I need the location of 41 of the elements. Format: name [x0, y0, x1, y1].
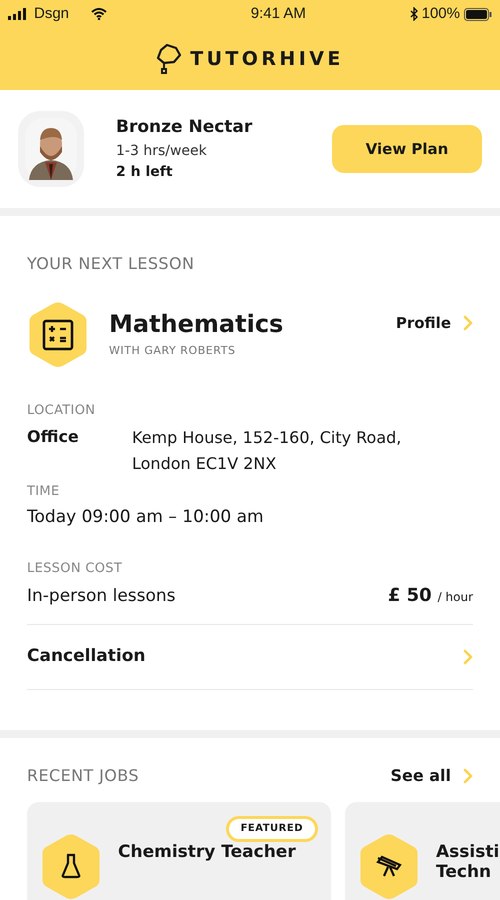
hours-left: 2 h left: [116, 162, 174, 182]
cost-type: In-person lessons: [27, 585, 176, 608]
battery-percent: 100%: [422, 4, 460, 24]
carrier-name: Dsgn: [34, 4, 70, 24]
flask-icon: [60, 853, 82, 880]
lesson-time: Today 09:00 am – 10:00 am: [27, 506, 265, 530]
location-type: Office: [27, 426, 80, 448]
battery-icon: [464, 8, 492, 20]
job-card[interactable]: FEATURED Chemistry Teacher: [27, 802, 331, 900]
price-amount: £ 50: [388, 584, 432, 608]
chevron-right-icon: [463, 315, 473, 332]
see-all-link[interactable]: See all: [390, 764, 473, 788]
wifi-icon: [91, 8, 108, 20]
job-title: Assisti: [436, 842, 500, 862]
tutor-name: WITH GARY ROBERTS: [109, 343, 237, 360]
chevron-right-icon: [463, 648, 473, 665]
subject-title: Mathematics: [109, 309, 284, 340]
telescope-icon: [375, 854, 403, 878]
section-heading: YOUR NEXT LESSON: [27, 253, 196, 275]
field-label: LOCATION: [27, 402, 96, 420]
job-title: Chemistry Teacher: [118, 842, 296, 862]
profile-link[interactable]: Profile: [396, 312, 473, 334]
address-text: Kemp House, 152-160, City Road, London EC1V 2NX: [132, 426, 402, 476]
featured-tag: FEATURED: [226, 816, 318, 842]
logo-icon: [156, 43, 182, 75]
field-label: LESSON COST: [27, 560, 124, 578]
job-title: Techn: [436, 862, 492, 882]
view-plan-button[interactable]: View Plan: [332, 125, 482, 173]
calculator-icon: [42, 318, 74, 351]
price-unit: / hour: [438, 589, 473, 606]
field-label: TIME: [27, 482, 61, 501]
bluetooth-icon: [410, 7, 418, 21]
section-heading: RECENT JOBS: [27, 764, 139, 787]
job-card[interactable]: Assisti Techn: [345, 802, 500, 900]
plan-hours: 1-3 hrs/week: [116, 142, 208, 161]
chevron-right-icon: [463, 768, 473, 784]
plan-name: Bronze Nectar: [116, 116, 252, 140]
cancellation-row[interactable]: Cancellation: [27, 624, 473, 690]
status-time: 9:41 AM: [250, 4, 306, 24]
brand-name: TUTORHIVE: [190, 46, 344, 72]
signal-icon: [8, 8, 28, 20]
